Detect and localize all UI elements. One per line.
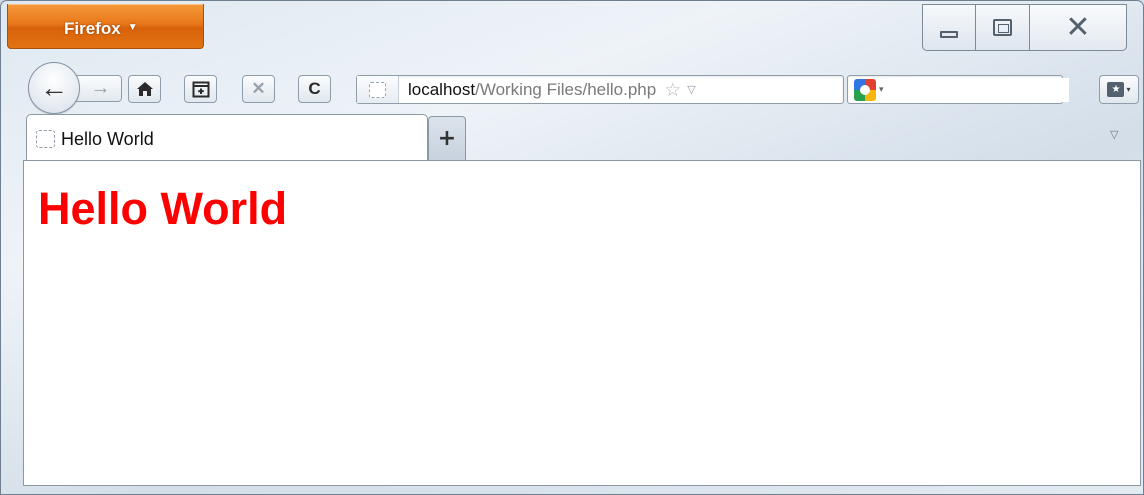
stop-icon: ✕ — [251, 79, 266, 98]
search-input[interactable] — [887, 77, 1069, 102]
tab-hello-world[interactable]: Hello World — [26, 114, 428, 161]
url-path: /Working Files/hello.php — [475, 79, 657, 99]
reload-button[interactable]: C — [298, 75, 331, 103]
tab-title: Hello World — [61, 128, 154, 149]
bookmarks-menu-button[interactable]: ★ ▾ — [1099, 75, 1139, 104]
panorama-icon — [192, 81, 209, 97]
search-bar: ▾ — [847, 75, 1069, 104]
page-content: Hello World — [23, 160, 1141, 486]
history-dropdown-icon[interactable]: ▽ — [687, 83, 695, 96]
close-button[interactable]: ✕ — [1030, 4, 1127, 51]
site-identity-button[interactable] — [357, 76, 399, 103]
maximize-button[interactable] — [976, 4, 1030, 51]
back-arrow-icon: ← — [40, 72, 68, 103]
back-button[interactable]: ← — [28, 62, 80, 114]
forward-arrow-icon: → — [90, 77, 111, 99]
list-all-tabs-icon[interactable]: ▽ — [1110, 128, 1118, 141]
bookmarks-icon: ★ — [1107, 82, 1125, 97]
stop-button[interactable]: ✕ — [242, 75, 275, 103]
chevron-down-icon: ▾ — [1126, 85, 1131, 94]
minimize-icon — [940, 31, 958, 38]
firefox-menu-label: Firefox — [64, 19, 121, 38]
plus-icon: + — [437, 126, 457, 151]
url-bar[interactable]: localhost/Working Files/hello.php ☆ ▽ — [356, 75, 844, 104]
close-icon: ✕ — [1065, 9, 1091, 45]
home-icon — [136, 82, 153, 96]
maximize-icon — [993, 19, 1012, 36]
url-host: localhost — [408, 79, 476, 99]
tab-strip: Hello World + ▽ — [24, 114, 1141, 161]
home-button[interactable] — [128, 75, 161, 103]
page-icon — [369, 81, 386, 98]
reload-icon: C — [308, 79, 321, 98]
navigation-toolbar: → ← ✕ C localhost/Working Files/hello.ph… — [28, 62, 1140, 114]
search-engine-button[interactable]: ▾ — [854, 78, 884, 101]
firefox-menu-button[interactable]: Firefox ▼ — [7, 4, 204, 49]
google-icon — [854, 78, 876, 101]
new-tab-button[interactable]: + — [428, 116, 466, 160]
tab-favicon-icon — [36, 130, 55, 148]
minimize-button[interactable] — [922, 4, 976, 51]
chevron-down-icon: ▼ — [127, 22, 138, 33]
url-text[interactable]: localhost/Working Files/hello.php — [408, 80, 656, 100]
page-heading: Hello World — [38, 183, 288, 234]
window-controls: ✕ — [922, 4, 1127, 51]
bookmark-star-icon[interactable]: ☆ — [664, 79, 681, 101]
panorama-button[interactable] — [184, 75, 217, 103]
chevron-down-icon: ▾ — [879, 84, 884, 95]
